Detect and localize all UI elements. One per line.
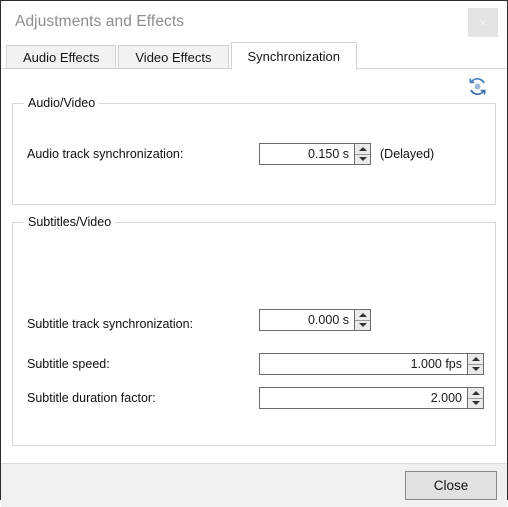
- spinbox-subtitle-speed-value[interactable]: 1.000 fps: [260, 354, 467, 374]
- group-subtitles-video: Subtitles/Video Subtitle track synchroni…: [12, 215, 496, 446]
- close-button[interactable]: Close: [405, 471, 497, 500]
- label-subtitle-duration-factor: Subtitle duration factor:: [27, 391, 156, 405]
- stepper-up-icon[interactable]: [468, 388, 483, 398]
- tab-audio-effects[interactable]: Audio Effects: [6, 45, 117, 69]
- title-bar: Adjustments and Effects ×: [1, 1, 507, 42]
- spinbox-subtitle-duration-factor-steppers: [467, 388, 483, 408]
- spinbox-subtitle-speed-steppers: [467, 354, 483, 374]
- spinbox-audio-track-synchronization[interactable]: 0.150 s: [259, 143, 371, 165]
- group-subtitles-video-title: Subtitles/Video: [24, 215, 116, 229]
- adjustments-and-effects-dialog: Adjustments and Effects × Audio Effects …: [0, 0, 508, 507]
- spinbox-subtitle-track-synchronization[interactable]: 0.000 s: [259, 309, 371, 331]
- tab-video-effects[interactable]: Video Effects: [118, 45, 229, 69]
- label-subtitle-speed: Subtitle speed:: [27, 357, 110, 371]
- spinbox-subtitle-speed[interactable]: 1.000 fps: [259, 353, 484, 375]
- stepper-up-icon[interactable]: [355, 310, 370, 320]
- audio-delay-state-label: (Delayed): [380, 147, 435, 161]
- label-subtitle-track-synchronization: Subtitle track synchronization:: [27, 317, 194, 331]
- spinbox-subtitle-track-synchronization-value[interactable]: 0.000 s: [260, 310, 354, 330]
- label-audio-track-synchronization: Audio track synchronization:: [27, 147, 184, 161]
- stepper-up-icon[interactable]: [468, 354, 483, 364]
- group-audio-video-title: Audio/Video: [24, 96, 100, 110]
- stepper-down-icon[interactable]: [355, 153, 370, 165]
- spinbox-subtitle-duration-factor-value[interactable]: 2.000: [260, 388, 467, 408]
- refresh-icon[interactable]: [468, 77, 487, 96]
- stepper-down-icon[interactable]: [468, 363, 483, 375]
- spinbox-audio-track-synchronization-steppers: [354, 144, 370, 164]
- spinbox-audio-track-synchronization-value[interactable]: 0.150 s: [260, 144, 354, 164]
- spinbox-subtitle-track-synchronization-steppers: [354, 310, 370, 330]
- stepper-up-icon[interactable]: [355, 144, 370, 154]
- tab-bar: Audio Effects Video Effects Synchronizat…: [1, 42, 507, 70]
- close-window-button[interactable]: ×: [468, 8, 498, 37]
- dialog-button-bar: Close: [1, 463, 507, 507]
- spinbox-subtitle-duration-factor[interactable]: 2.000: [259, 387, 484, 409]
- window-title: Adjustments and Effects: [15, 12, 185, 30]
- synchronization-panel: Audio/Video Audio track synchronization:…: [1, 68, 507, 463]
- close-icon: ×: [479, 15, 487, 30]
- group-audio-video: Audio/Video Audio track synchronization:…: [12, 96, 496, 205]
- stepper-down-icon[interactable]: [355, 319, 370, 331]
- stepper-down-icon[interactable]: [468, 397, 483, 409]
- tab-synchronization[interactable]: Synchronization: [230, 42, 358, 70]
